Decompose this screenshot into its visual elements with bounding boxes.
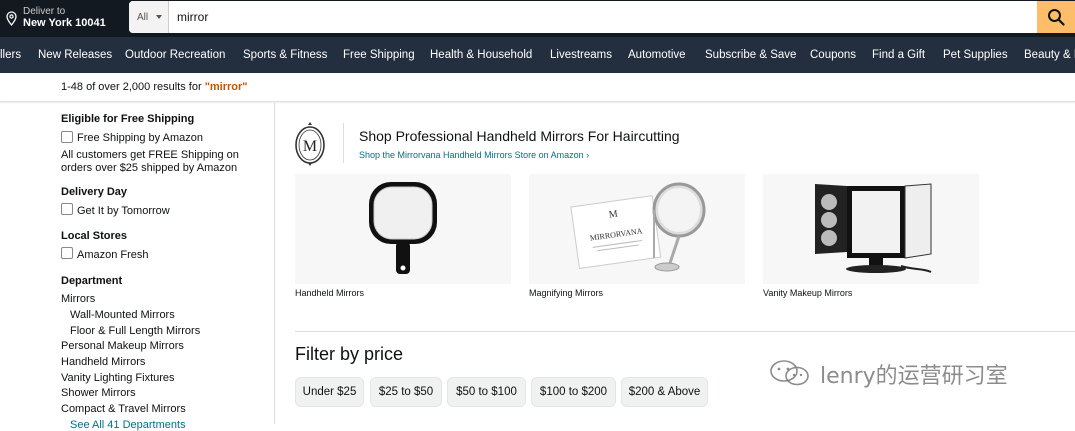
- price-filter-pill[interactable]: $100 to $200: [531, 377, 616, 407]
- search-input[interactable]: [175, 1, 1035, 33]
- delivery-day-heading: Delivery Day: [61, 186, 128, 198]
- search-button[interactable]: [1037, 1, 1075, 33]
- deliver-label: Deliver to: [23, 6, 66, 17]
- search-bar: All: [129, 1, 1075, 33]
- product-label[interactable]: Magnifying Mirrors: [529, 288, 603, 298]
- nav-item-best-sellers[interactable]: llers: [0, 49, 21, 61]
- product-tile-handheld[interactable]: [295, 174, 511, 284]
- brand-headline[interactable]: Shop Professional Handheld Mirrors For H…: [359, 128, 680, 144]
- free-shipping-note: All customers get FREE Shipping on order…: [61, 149, 239, 174]
- nav-item-automotive[interactable]: Automotive: [628, 49, 686, 61]
- results-count: 1-48 of over 2,000 results for "mirror": [61, 81, 248, 93]
- department-link[interactable]: Mirrors: [61, 293, 95, 305]
- mirrorvana-logo[interactable]: M: [293, 120, 327, 168]
- nav-item-outdoor-recreation[interactable]: Outdoor Recreation: [125, 49, 225, 61]
- vanity-mirror-image: [815, 183, 932, 273]
- nav-item-subscribe-save[interactable]: Subscribe & Save: [705, 49, 796, 61]
- department-link[interactable]: Shower Mirrors: [61, 387, 136, 399]
- filter-by-price-heading: Filter by price: [295, 344, 404, 364]
- department-link[interactable]: Vanity Lighting Fixtures: [61, 372, 175, 384]
- product-tile-magnifying[interactable]: M MIRRORVANA: [529, 174, 745, 284]
- free-shipping-checkbox[interactable]: [61, 131, 73, 143]
- see-all-departments-link[interactable]: See All 41 Departments: [70, 419, 186, 431]
- free-shipping-label[interactable]: Free Shipping by Amazon: [77, 132, 203, 144]
- results-summary: 1-48 of over 2,000 results for "mirror": [0, 73, 1075, 102]
- nav-item-health-household[interactable]: Health & Household: [430, 49, 532, 61]
- price-filter-pill[interactable]: Under $25: [295, 377, 364, 407]
- handheld-mirror-image: [369, 182, 437, 274]
- nav-item-pet-supplies[interactable]: Pet Supplies: [943, 49, 1008, 61]
- search-category-label: All: [137, 12, 149, 23]
- deliver-location: New York 10041: [23, 17, 106, 29]
- nav-item-coupons[interactable]: Coupons: [810, 49, 856, 61]
- nav-item-new-releases[interactable]: New Releases: [38, 49, 112, 61]
- filter-sidebar: Eligible for Free Shipping Free Shipping…: [0, 103, 275, 431]
- top-header: Deliver to New York 10041 All: [0, 0, 1075, 37]
- department-heading: Department: [61, 275, 123, 287]
- deliver-to[interactable]: Deliver to New York 10041: [4, 4, 124, 33]
- brand-divider: [343, 123, 344, 163]
- search-icon: [1048, 9, 1065, 26]
- product-tile-vanity[interactable]: [763, 174, 979, 284]
- tomorrow-label[interactable]: Get It by Tomorrow: [77, 205, 170, 217]
- caret-down-icon: [156, 15, 162, 19]
- department-link[interactable]: Personal Makeup Mirrors: [61, 340, 184, 352]
- location-pin-icon: [6, 11, 17, 26]
- product-label[interactable]: Handheld Mirrors: [295, 288, 364, 298]
- nav-item-livestreams[interactable]: Livestreams: [550, 49, 612, 61]
- department-link[interactable]: Wall-Mounted Mirrors: [70, 309, 175, 321]
- free-shipping-heading: Eligible for Free Shipping: [61, 113, 195, 125]
- nav-bar: llers New Releases Outdoor Recreation Sp…: [0, 37, 1075, 73]
- wechat-icon: [770, 360, 809, 386]
- results-query: "mirror": [204, 81, 248, 93]
- department-link[interactable]: Handheld Mirrors: [61, 356, 145, 368]
- nav-item-free-shipping[interactable]: Free Shipping: [343, 49, 415, 61]
- tomorrow-checkbox[interactable]: [61, 203, 73, 215]
- results-prefix: 1-48 of over 2,000 results for: [61, 81, 205, 93]
- amazon-fresh-checkbox[interactable]: [61, 247, 73, 259]
- logo-letter: M: [303, 138, 317, 155]
- nav-item-beauty[interactable]: Beauty & P: [1024, 49, 1075, 61]
- nav-item-find-a-gift[interactable]: Find a Gift: [872, 49, 925, 61]
- search-category-select[interactable]: All: [129, 1, 169, 33]
- nav-item-sports-fitness[interactable]: Sports & Fitness: [243, 49, 327, 61]
- local-stores-heading: Local Stores: [61, 230, 128, 242]
- amazon-fresh-label[interactable]: Amazon Fresh: [77, 249, 149, 261]
- department-link[interactable]: Compact & Travel Mirrors: [61, 403, 186, 415]
- price-filter-pill[interactable]: $25 to $50: [370, 377, 442, 407]
- price-filter-pill[interactable]: $50 to $100: [447, 377, 526, 407]
- brand-store-link[interactable]: Shop the Mirrorvana Handheld Mirrors Sto…: [359, 150, 589, 160]
- section-divider: [295, 331, 1075, 332]
- product-label[interactable]: Vanity Makeup Mirrors: [763, 288, 852, 298]
- magnifying-mirror-image: M MIRRORVANA: [570, 182, 706, 272]
- svg-text:M: M: [608, 209, 618, 221]
- watermark-text: lenry的运营研习室: [820, 364, 1008, 389]
- department-link[interactable]: Floor & Full Length Mirrors: [70, 325, 200, 337]
- price-filter-pill[interactable]: $200 & Above: [621, 377, 708, 407]
